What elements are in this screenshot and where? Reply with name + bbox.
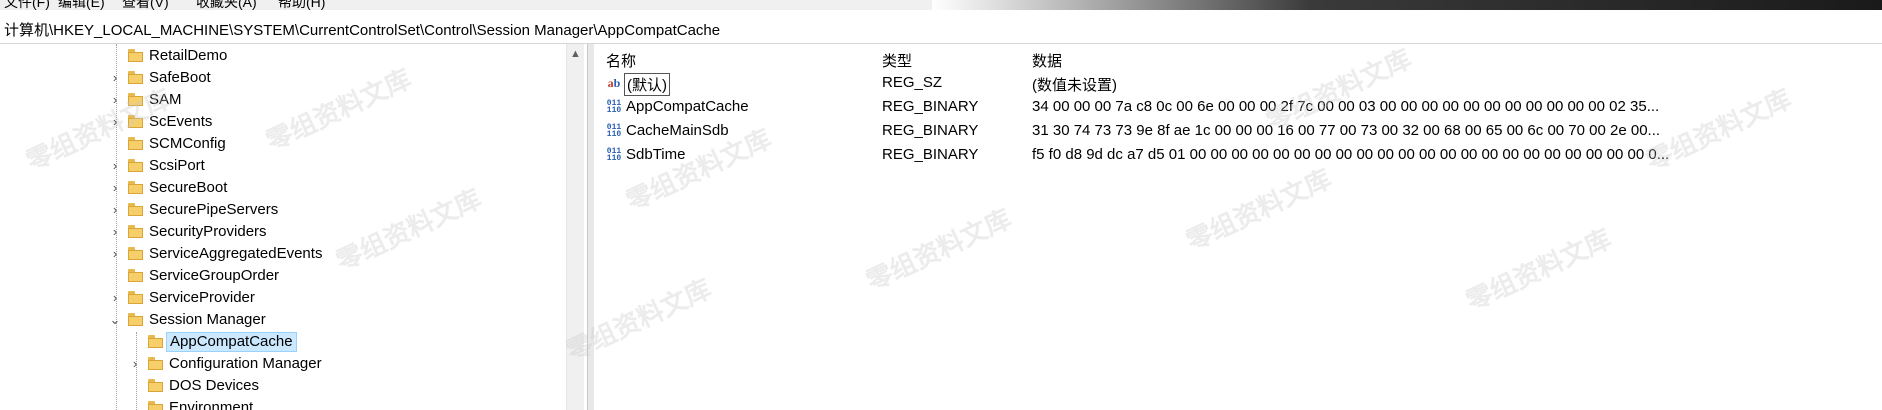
menu-help[interactable]: 帮助(H) (278, 0, 325, 10)
tree-item-secureboot[interactable]: › SecureBoot (0, 177, 560, 199)
chevron-right-icon[interactable]: › (108, 67, 122, 89)
value-data: 34 00 00 00 7a c8 0c 00 6e 00 00 00 2f 7… (1032, 98, 1660, 115)
folder-icon (128, 49, 143, 62)
value-row-cachemainsdb[interactable]: 011 110 CacheMainSdb REG_BINARY 31 30 74 … (594, 120, 1874, 142)
value-name[interactable]: CacheMainSdb (626, 122, 729, 139)
folder-icon (148, 335, 163, 348)
tree-item-session-manager[interactable]: ⌄ Session Manager (0, 309, 560, 331)
folder-icon (128, 159, 143, 172)
tree-item-servicegrouporder[interactable]: ServiceGroupOrder (0, 265, 560, 287)
value-name[interactable]: SdbTime (626, 146, 685, 163)
column-header-type[interactable]: 类型 (882, 50, 912, 71)
folder-icon (128, 181, 143, 194)
chevron-right-icon[interactable]: › (108, 221, 122, 243)
value-data: (数值未设置) (1032, 77, 1117, 94)
tree-item-label: RetailDemo (149, 47, 228, 64)
menu-favorites[interactable]: 收藏夹(A) (196, 0, 257, 10)
chevron-right-icon[interactable]: › (108, 89, 122, 111)
chevron-down-icon[interactable]: ⌄ (108, 309, 122, 331)
values-list[interactable]: 名称 类型 数据 ab (默认) REG_SZ (数值未设置) 011 110 A… (594, 44, 1882, 410)
tree-item-scmconfig[interactable]: SCMConfig (0, 133, 560, 155)
address-bar[interactable]: 计算机\HKEY_LOCAL_MACHINE\SYSTEM\CurrentCon… (0, 10, 1882, 44)
scroll-up-icon[interactable]: ▲ (570, 48, 581, 60)
menu-file[interactable]: 文件(F) (4, 0, 50, 10)
column-header-data[interactable]: 数据 (1032, 50, 1062, 71)
value-data: f5 f0 d8 9d dc a7 d5 01 00 00 00 00 00 0… (1032, 146, 1670, 163)
tree-item-label: Session Manager (149, 311, 266, 328)
folder-icon (128, 115, 143, 128)
folder-icon (128, 71, 143, 84)
tree-item-retaildemo[interactable]: RetailDemo (0, 45, 560, 67)
tree-item-label: ScsiPort (149, 157, 205, 174)
chevron-right-icon[interactable]: › (108, 177, 122, 199)
chevron-right-icon[interactable]: › (108, 243, 122, 265)
tree-item-label: ScEvents (149, 113, 213, 130)
tree-item-label: SafeBoot (149, 69, 211, 86)
tree-item-dos-devices[interactable]: DOS Devices (0, 375, 560, 397)
folder-icon (148, 401, 163, 410)
tree-item-serviceprovider[interactable]: › ServiceProvider (0, 287, 560, 309)
folder-icon (128, 247, 143, 260)
tree-scrollbar[interactable]: ▲ (566, 44, 584, 410)
value-type: REG_BINARY (882, 122, 979, 139)
tree-item-label: SecurePipeServers (149, 201, 279, 218)
value-row-appcompatcache[interactable]: 011 110 AppCompatCache REG_BINARY 34 00 0… (594, 96, 1874, 118)
tree-item-safeboot[interactable]: › SafeBoot (0, 67, 560, 89)
folder-icon (128, 269, 143, 282)
value-type: REG_BINARY (882, 98, 979, 115)
menu-view[interactable]: 查看(V) (122, 0, 169, 10)
tree-item-securityproviders[interactable]: › SecurityProviders (0, 221, 560, 243)
value-row-sdbtime[interactable]: 011 110 SdbTime REG_BINARY f5 f0 d8 9d dc… (594, 144, 1874, 166)
menu-bar: 文件(F) 编辑(E) 查看(V) 收藏夹(A) 帮助(H) (0, 0, 1882, 10)
value-row-default[interactable]: ab (默认) REG_SZ (数值未设置) (594, 72, 1874, 96)
tree-item-label: ServiceAggregatedEvents (149, 245, 323, 262)
folder-icon (148, 357, 163, 370)
tree-item-configuration-manager[interactable]: › Configuration Manager (0, 353, 560, 375)
tree-item-label: SecurityProviders (149, 223, 267, 240)
folder-icon (148, 379, 163, 392)
folder-open-icon (128, 313, 143, 326)
tree-item-label: ServiceGroupOrder (149, 267, 280, 284)
tree-item-label: SecureBoot (149, 179, 228, 196)
chevron-right-icon[interactable]: › (108, 287, 122, 309)
value-type: REG_BINARY (882, 146, 979, 163)
column-header-name[interactable]: 名称 (606, 50, 636, 71)
value-type: REG_SZ (882, 74, 943, 91)
folder-icon (128, 291, 143, 304)
tree-item-label: SAM (149, 91, 182, 108)
tree-item-label: SCMConfig (149, 135, 226, 152)
chevron-right-icon[interactable]: › (108, 155, 122, 177)
chevron-right-icon[interactable]: › (128, 353, 142, 375)
tree-item-scevents[interactable]: › ScEvents (0, 111, 560, 133)
tree-item-label: ServiceProvider (149, 289, 255, 306)
tree-item-securepipeservers[interactable]: › SecurePipeServers (0, 199, 560, 221)
tree-item-appcompatcache[interactable]: AppCompatCache (0, 331, 560, 353)
binary-value-icon: 011 110 (606, 99, 622, 115)
menu-edit[interactable]: 编辑(E) (58, 0, 105, 10)
title-bar-edge (932, 0, 1882, 10)
folder-icon (128, 203, 143, 216)
string-value-icon: ab (607, 76, 621, 90)
registry-path[interactable]: 计算机\HKEY_LOCAL_MACHINE\SYSTEM\CurrentCon… (4, 19, 720, 40)
binary-value-icon: 011 110 (606, 147, 622, 163)
value-data: 31 30 74 73 73 9e 8f ae 1c 00 00 00 16 0… (1032, 122, 1661, 139)
folder-icon (128, 137, 143, 150)
tree-item-serviceaggregatedevents[interactable]: › ServiceAggregatedEvents (0, 243, 560, 265)
tree-item-scsiport[interactable]: › ScsiPort (0, 155, 560, 177)
binary-value-icon: 011 110 (606, 123, 622, 139)
folder-icon (128, 93, 143, 106)
chevron-right-icon[interactable]: › (108, 111, 122, 133)
tree-item-label: Configuration Manager (169, 355, 322, 372)
tree-item-environment[interactable]: Environment (0, 397, 560, 410)
tree-item-sam[interactable]: › SAM (0, 89, 560, 111)
tree-item-label: AppCompatCache (166, 332, 297, 352)
tree-item-label: DOS Devices (169, 377, 260, 394)
value-name[interactable]: AppCompatCache (626, 98, 749, 115)
folder-icon (128, 225, 143, 238)
chevron-right-icon[interactable]: › (108, 199, 122, 221)
tree-item-label: Environment (169, 399, 254, 410)
value-name[interactable]: (默认) (624, 73, 670, 96)
registry-tree[interactable]: RetailDemo › SafeBoot › SAM › ScEvents S… (0, 44, 580, 410)
